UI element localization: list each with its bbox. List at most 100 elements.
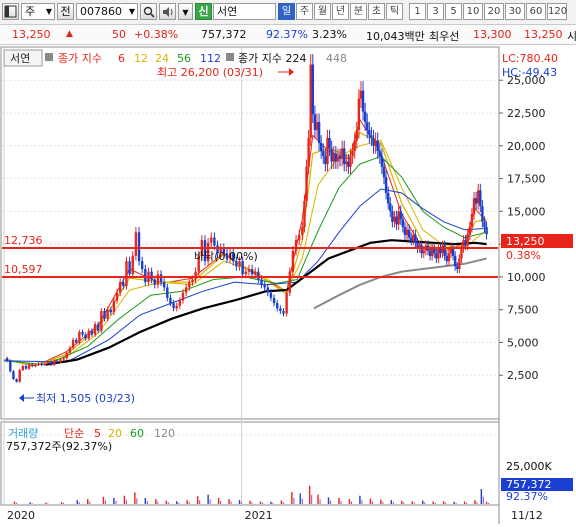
candle <box>181 292 185 301</box>
candle <box>401 219 405 228</box>
hline-2-label: 10,597 <box>4 263 43 276</box>
period-num-120[interactable]: 120 <box>547 3 567 20</box>
candle <box>317 122 321 144</box>
period-num-5[interactable]: 5 <box>445 3 462 20</box>
candle <box>112 300 116 313</box>
change-percent: +0.38% <box>134 28 179 41</box>
candle <box>21 366 25 370</box>
y-tick-label: 5,000 <box>507 336 539 349</box>
vol-ma-60: 60 <box>130 427 144 440</box>
candle <box>9 360 12 372</box>
chart-area[interactable]: 2,5005,0007,50010,00012,50015,00017,5002… <box>0 46 576 524</box>
candle <box>307 137 310 167</box>
candle <box>407 229 411 238</box>
x-tick-label: 11/12 <box>511 509 543 522</box>
candle <box>368 130 371 136</box>
candle <box>266 287 269 293</box>
candle <box>172 303 175 309</box>
market-select-value: 주 <box>25 5 36 18</box>
prev-button[interactable]: 전 <box>57 3 74 20</box>
low-annotation: 최저 1,505 (03/23) <box>36 392 135 405</box>
search-icon[interactable] <box>140 3 157 20</box>
candle <box>166 287 169 298</box>
period-tab-0[interactable]: 일 <box>278 3 295 20</box>
y-tick-label: 15,000 <box>507 205 546 218</box>
candle <box>291 250 295 272</box>
period-tab-1[interactable]: 주 <box>296 3 313 20</box>
speaker-icon[interactable] <box>159 3 176 20</box>
trade-amount: 10,043백만 <box>366 30 425 43</box>
candle <box>462 240 465 249</box>
candle <box>159 274 163 283</box>
period-tab-2[interactable]: 월 <box>314 3 331 20</box>
lc-label: LC:780.40 <box>502 52 558 65</box>
candle <box>483 221 486 228</box>
new-listing-badge: 신 <box>195 3 212 20</box>
candle <box>338 156 342 159</box>
candle <box>279 308 282 311</box>
candle <box>260 279 263 285</box>
badge-label: 신 <box>198 5 209 18</box>
high-annotation: 최고 26,200 (03/31) <box>157 66 263 79</box>
window-menu-icon[interactable] <box>2 3 19 20</box>
ma-448: 448 <box>326 52 347 65</box>
candle <box>479 190 482 207</box>
candle <box>162 282 166 288</box>
hline-1-label: 12,736 <box>4 234 43 247</box>
candle <box>397 211 400 225</box>
period-num-10[interactable]: 10 <box>463 3 483 20</box>
candle <box>87 330 90 339</box>
candle <box>466 234 469 246</box>
x-tick-label: 2021 <box>245 509 273 522</box>
candle <box>382 166 386 178</box>
candle <box>298 234 301 241</box>
market-select[interactable]: 주 ▼ <box>21 3 55 20</box>
candle <box>322 151 325 157</box>
period-num-60[interactable]: 60 <box>526 3 546 20</box>
candle <box>244 271 248 275</box>
company-name: 서연 <box>217 5 238 18</box>
candle <box>34 364 37 367</box>
candle <box>347 161 350 167</box>
stock-chart[interactable]: 2,5005,0007,50010,00012,50015,00017,5002… <box>0 46 576 524</box>
candle <box>477 190 480 204</box>
candle <box>430 248 434 256</box>
y-tick-label: 10,000 <box>507 271 546 284</box>
candle <box>372 137 375 146</box>
period-num-20[interactable]: 20 <box>484 3 504 20</box>
candle <box>24 366 28 369</box>
candle <box>18 369 21 382</box>
center-label: 바닥(0.00%) <box>194 250 258 263</box>
candle <box>393 216 396 222</box>
candle <box>366 122 369 131</box>
period-num-1[interactable]: 1 <box>409 3 426 20</box>
candle <box>443 245 446 256</box>
chevron-down-icon: ▼ <box>128 7 135 16</box>
period-tab-6[interactable]: 틱 <box>386 3 403 20</box>
period-num-30[interactable]: 30 <box>505 3 525 20</box>
candle <box>144 269 147 283</box>
candle <box>84 334 87 339</box>
vol-ma-5: 5 <box>94 427 101 440</box>
candle <box>301 227 304 235</box>
stock-code-input[interactable]: 007860 ▼ <box>76 3 138 20</box>
candle <box>68 347 72 353</box>
chevron-down-icon[interactable]: ▼ <box>178 3 193 20</box>
candle <box>12 371 15 380</box>
period-num-3[interactable]: 3 <box>427 3 444 20</box>
period-tab-3[interactable]: 년 <box>332 3 349 20</box>
candle <box>353 140 356 152</box>
up-arrow-icon: ▲ <box>66 29 73 39</box>
candle <box>257 271 260 280</box>
candle <box>62 358 65 360</box>
ma-56: 56 <box>177 52 191 65</box>
company-name-field[interactable]: 서연 <box>213 3 276 20</box>
candle <box>5 358 9 361</box>
candle <box>250 269 254 275</box>
candle <box>53 360 56 365</box>
period-tab-4[interactable]: 분 <box>350 3 367 20</box>
candle <box>40 363 43 365</box>
candle <box>315 122 319 131</box>
candle <box>188 282 191 288</box>
period-tab-5[interactable]: 초 <box>368 3 385 20</box>
